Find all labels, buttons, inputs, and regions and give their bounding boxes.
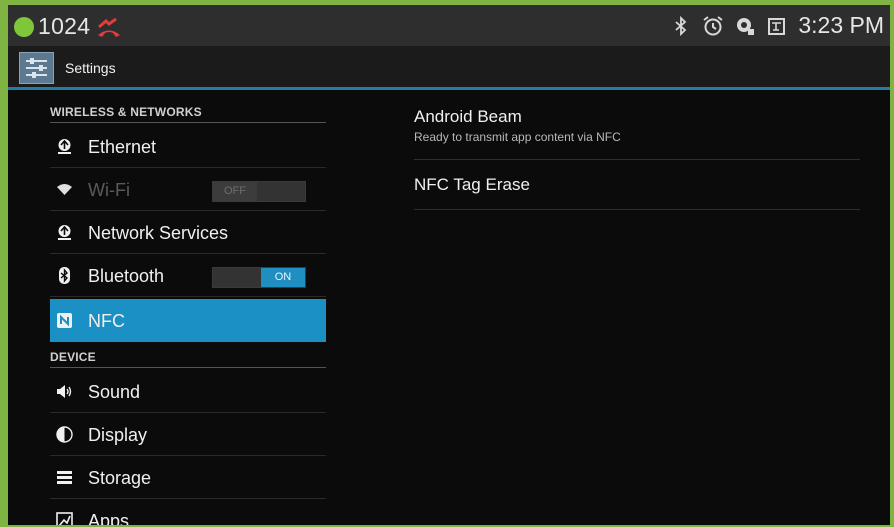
sidebar-item-network-services[interactable]: Network Services bbox=[50, 211, 326, 254]
pref-android-beam[interactable]: Android Beam Ready to transmit app conte… bbox=[414, 107, 860, 160]
alarm-icon bbox=[703, 15, 723, 35]
sd-card-icon bbox=[768, 17, 786, 35]
storage-icon bbox=[57, 471, 72, 484]
sidebar-item-label: Network Services bbox=[88, 223, 229, 243]
sidebar-item-nfc[interactable]: NFC bbox=[50, 299, 326, 342]
sound-icon bbox=[57, 385, 72, 398]
section-header-wireless: WIRELESS & NETWORKS bbox=[50, 105, 202, 119]
sidebar-item-label: NFC bbox=[88, 311, 125, 331]
wifi-toggle[interactable]: OFF bbox=[212, 181, 306, 202]
action-bar: Settings bbox=[8, 46, 890, 90]
nfc-icon bbox=[57, 313, 72, 328]
pref-title: Android Beam bbox=[414, 107, 522, 126]
sync-icon bbox=[737, 17, 755, 35]
action-bar-divider bbox=[8, 87, 890, 90]
apps-icon bbox=[56, 512, 73, 525]
sidebar-item-storage[interactable]: Storage bbox=[50, 456, 326, 499]
sidebar-item-label: Bluetooth bbox=[88, 266, 165, 286]
settings-sidebar: WIRELESS & NETWORKS Ethernet Wi-Fi OFF N… bbox=[8, 93, 326, 525]
bluetooth-icon bbox=[59, 267, 70, 284]
section-divider bbox=[50, 367, 326, 368]
pref-summary: Ready to transmit app content via NFC bbox=[414, 130, 621, 144]
sidebar-item-label: Wi-Fi bbox=[88, 180, 130, 200]
pref-nfc-tag-erase[interactable]: NFC Tag Erase bbox=[414, 175, 860, 210]
pref-divider bbox=[414, 159, 860, 160]
sidebar-item-sound[interactable]: Sound bbox=[50, 370, 326, 413]
missed-call-icon bbox=[98, 17, 121, 37]
status-left: 1024 bbox=[14, 13, 122, 40]
sidebar-item-label: Apps bbox=[88, 511, 130, 525]
pref-title: NFC Tag Erase bbox=[414, 175, 530, 194]
page-title: Settings bbox=[65, 60, 116, 76]
toggle-knob-off: OFF bbox=[213, 182, 257, 201]
sidebar-item-wifi[interactable]: Wi-Fi OFF bbox=[50, 168, 326, 211]
bluetooth-icon bbox=[675, 15, 687, 36]
ethernet-icon bbox=[58, 139, 71, 154]
sidebar-item-label: Ethernet bbox=[88, 137, 157, 157]
sidebar-item-apps[interactable]: Apps bbox=[50, 499, 326, 525]
sidebar-item-ethernet[interactable]: Ethernet bbox=[50, 125, 326, 168]
toggle-knob-on: ON bbox=[261, 268, 305, 287]
network-services-icon bbox=[58, 225, 71, 240]
wifi-icon bbox=[57, 184, 72, 195]
sidebar-item-label: Sound bbox=[88, 382, 141, 402]
section-divider bbox=[50, 122, 326, 123]
display-icon bbox=[56, 426, 73, 443]
item-divider bbox=[50, 296, 326, 297]
settings-icon[interactable] bbox=[19, 52, 54, 84]
bluetooth-toggle[interactable]: ON bbox=[212, 267, 306, 288]
sidebar-item-label: Display bbox=[88, 425, 148, 445]
notification-count: 1024 bbox=[38, 13, 91, 39]
notification-dot-icon bbox=[14, 16, 34, 37]
status-bar: 1024 3:23 PM bbox=[8, 5, 890, 46]
pref-divider bbox=[414, 209, 860, 210]
sidebar-item-label: Storage bbox=[88, 468, 152, 488]
clock: 3:23 PM bbox=[798, 12, 884, 38]
sidebar-item-bluetooth[interactable]: Bluetooth ON bbox=[50, 254, 326, 297]
section-header-device: DEVICE bbox=[50, 350, 96, 364]
sidebar-item-display[interactable]: Display bbox=[50, 413, 326, 456]
status-right: 3:23 PM bbox=[670, 12, 884, 39]
device-screen: 1024 3:23 PM Settings WIRELESS & NETWORK… bbox=[8, 5, 890, 525]
